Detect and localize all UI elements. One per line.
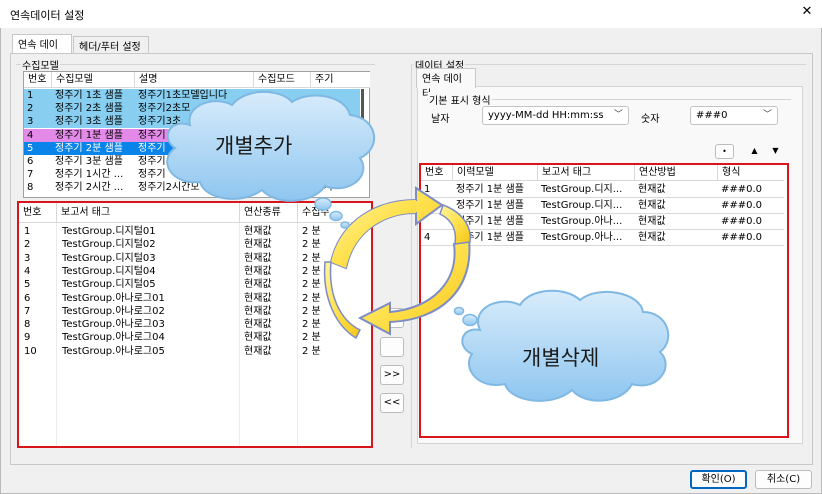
callout-delete-text: 개별삭제	[522, 346, 600, 370]
callout-add-text: 개별추가	[215, 134, 293, 158]
annotation-overlay	[166, 90, 670, 402]
cycle-arrow-icon	[323, 186, 471, 340]
